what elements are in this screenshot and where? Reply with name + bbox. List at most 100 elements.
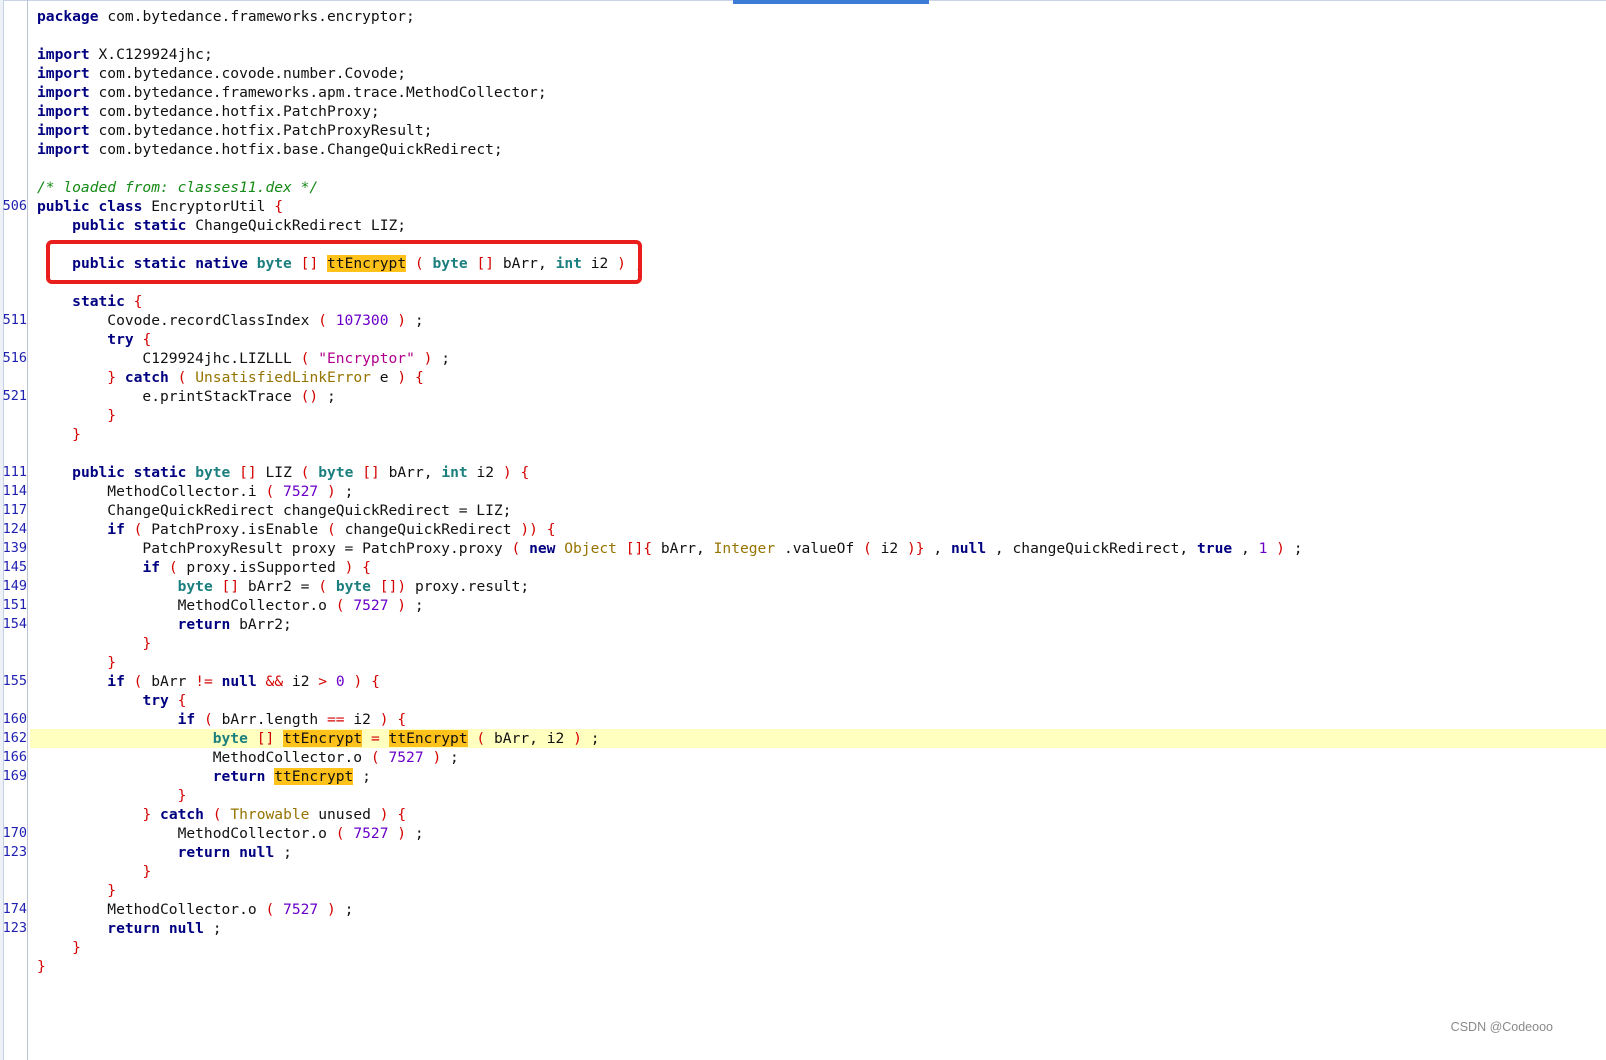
code-line[interactable]: } catch ( UnsatisfiedLinkError e ) { — [30, 368, 1606, 387]
code-line[interactable]: } — [30, 425, 1606, 444]
code-line[interactable]: } — [30, 634, 1606, 653]
code-token: null — [950, 540, 987, 557]
code-line[interactable]: ChangeQuickRedirect changeQuickRedirect … — [30, 501, 1606, 520]
code-line[interactable]: import com.bytedance.hotfix.PatchProxy; — [30, 102, 1606, 121]
code-line[interactable]: try { — [30, 330, 1606, 349]
code-token: try — [107, 331, 134, 348]
code-token: EncryptorUtil — [151, 198, 266, 215]
code-token: bArr, i2 — [494, 730, 565, 747]
code-token: com.bytedance.hotfix.PatchProxyResult; — [98, 122, 433, 139]
code-token: return — [177, 844, 231, 861]
code-line[interactable]: static { — [30, 292, 1606, 311]
code-token: .valueOf — [783, 540, 855, 557]
code-token: Object — [564, 540, 617, 557]
code-line[interactable]: } — [30, 786, 1606, 805]
code-line[interactable]: MethodCollector.i ( 7527 ) ; — [30, 482, 1606, 501]
code-token: []{ — [625, 540, 653, 557]
code-line[interactable]: if ( proxy.isSupported ) { — [30, 558, 1606, 577]
code-line[interactable]: byte [] bArr2 = ( byte []) proxy.result; — [30, 577, 1606, 596]
code-token: bArr, — [388, 464, 433, 481]
line-number: 516 — [2, 350, 27, 366]
code-line[interactable]: import com.bytedance.hotfix.base.ChangeQ… — [30, 140, 1606, 159]
code-line[interactable]: C129924jhc.LIZLLL ( "Encryptor" ) ; — [30, 349, 1606, 368]
code-token: ; — [1293, 540, 1303, 557]
code-token: ( — [863, 540, 872, 557]
code-line[interactable]: Covode.recordClassIndex ( 107300 ) ; — [30, 311, 1606, 330]
code-token: Integer — [713, 540, 776, 557]
line-number: 155 — [2, 673, 27, 689]
code-line[interactable]: if ( bArr.length == i2 ) { — [30, 710, 1606, 729]
code-token: ) — [397, 597, 407, 614]
code-line[interactable]: } — [30, 862, 1606, 881]
code-line[interactable]: if ( bArr != null && i2 > 0 ) { — [30, 672, 1606, 691]
code-token: new — [529, 540, 556, 557]
code-token: proxy.isSupported — [186, 559, 336, 576]
code-token: ) — [502, 464, 512, 481]
code-token: bArr, — [660, 540, 705, 557]
code-token: { — [414, 369, 424, 386]
code-editor[interactable]: package com.bytedance.frameworks.encrypt… — [30, 0, 1606, 1060]
code-line[interactable]: MethodCollector.o ( 7527 ) ; — [30, 748, 1606, 767]
code-token: ( — [300, 350, 310, 367]
code-token: import — [37, 141, 90, 158]
code-line[interactable]: } catch ( Throwable unused ) { — [30, 805, 1606, 824]
code-line[interactable]: import com.bytedance.covode.number.Covod… — [30, 64, 1606, 83]
code-line[interactable]: import X.C129924jhc; — [30, 45, 1606, 64]
code-line[interactable]: /* loaded from: classes11.dex */ — [30, 178, 1606, 197]
code-line[interactable] — [30, 159, 1606, 178]
code-line[interactable]: return null ; — [30, 919, 1606, 938]
code-token: ( — [265, 901, 275, 918]
code-line[interactable] — [30, 444, 1606, 463]
code-line[interactable]: } — [30, 938, 1606, 957]
code-token: if — [107, 673, 125, 690]
code-line[interactable]: } — [30, 406, 1606, 425]
code-token: ) — [397, 825, 407, 842]
code-line[interactable]: } — [30, 653, 1606, 672]
code-line[interactable]: import com.bytedance.hotfix.PatchProxyRe… — [30, 121, 1606, 140]
code-line[interactable]: return null ; — [30, 843, 1606, 862]
code-token: PatchProxy.isEnable — [151, 521, 319, 538]
code-line[interactable]: byte [] ttEncrypt = ttEncrypt ( bArr, i2… — [30, 729, 1606, 748]
code-token: > — [318, 673, 328, 690]
code-line[interactable]: public static byte [] LIZ ( byte [] bArr… — [30, 463, 1606, 482]
line-number: 123 — [2, 920, 27, 936]
code-line[interactable]: public static ChangeQuickRedirect LIZ; — [30, 216, 1606, 235]
code-token: Covode.recordClassIndex — [37, 312, 310, 329]
code-line[interactable]: } — [30, 957, 1606, 976]
line-number: 114 — [2, 483, 27, 499]
code-token: if — [177, 711, 196, 728]
code-line[interactable]: e.printStackTrace () ; — [30, 387, 1606, 406]
code-line[interactable]: return ttEncrypt ; — [30, 767, 1606, 786]
line-number: 149 — [2, 578, 27, 594]
code-token: ( — [318, 578, 328, 595]
code-line[interactable]: MethodCollector.o ( 7527 ) ; — [30, 596, 1606, 615]
code-line[interactable]: if ( PatchProxy.isEnable ( changeQuickRe… — [30, 520, 1606, 539]
code-line[interactable]: public class EncryptorUtil { — [30, 197, 1606, 216]
line-number: 511 — [2, 312, 27, 328]
code-token: { — [133, 293, 143, 310]
code-line[interactable]: MethodCollector.o ( 7527 ) ; — [30, 900, 1606, 919]
code-line[interactable]: try { — [30, 691, 1606, 710]
code-line[interactable]: package com.bytedance.frameworks.encrypt… — [30, 7, 1606, 26]
code-line[interactable]: } — [30, 881, 1606, 900]
code-token: []) — [379, 578, 407, 595]
code-line[interactable]: return bArr2; — [30, 615, 1606, 634]
code-line[interactable]: PatchProxyResult proxy = PatchProxy.prox… — [30, 539, 1606, 558]
code-token: byte — [335, 578, 371, 595]
code-line[interactable]: import com.bytedance.frameworks.apm.trac… — [30, 83, 1606, 102]
line-number: 160 — [2, 711, 27, 727]
code-line[interactable]: MethodCollector.o ( 7527 ) ; — [30, 824, 1606, 843]
code-line[interactable] — [30, 26, 1606, 45]
code-token: 7527 — [283, 901, 319, 918]
code-token: } — [72, 939, 81, 956]
line-number: 174 — [2, 901, 27, 917]
code-token: { — [520, 464, 530, 481]
code-token: { — [362, 559, 371, 576]
